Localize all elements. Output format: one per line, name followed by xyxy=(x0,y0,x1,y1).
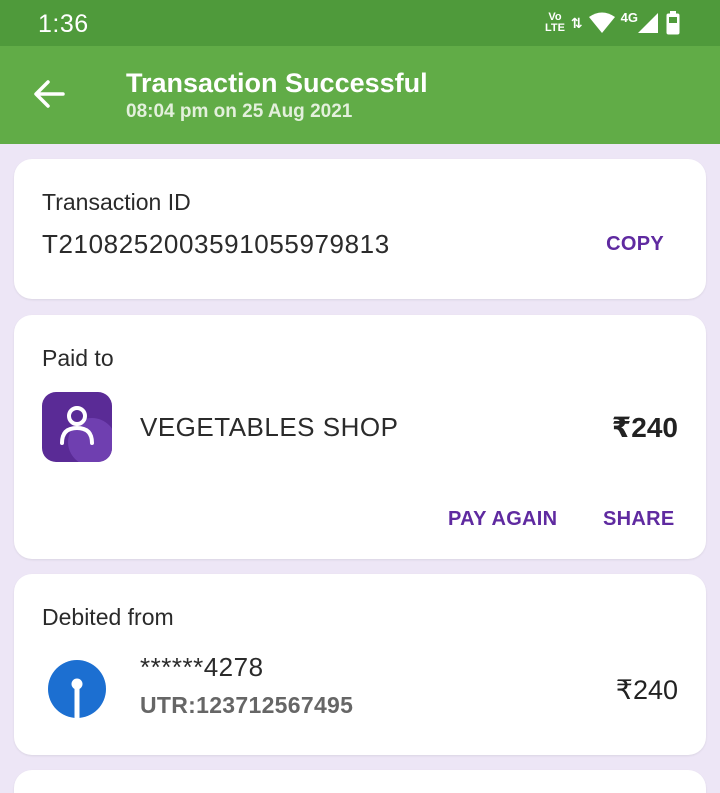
debited-from-label: Debited from xyxy=(42,604,174,630)
volte-line2: LTE xyxy=(544,22,565,34)
pay-again-button[interactable]: PAY AGAIN xyxy=(448,508,557,531)
next-card xyxy=(14,770,706,793)
copy-button[interactable]: COPY xyxy=(606,233,664,256)
debited-from-card: Debited from ******4278 UTR:123712567495… xyxy=(14,574,706,755)
transaction-id-card: Transaction ID T2108252003591055979813 C… xyxy=(14,159,706,299)
debited-amount: ₹240 xyxy=(615,675,678,705)
status-icons: Vo LTE ⇅ 4G xyxy=(545,8,680,38)
app-bar: Transaction Successful 08:04 pm on 25 Au… xyxy=(0,46,720,144)
bank-logo-icon xyxy=(48,660,106,718)
status-time: 1:36 xyxy=(38,10,89,38)
data-arrows-icon: ⇅ xyxy=(570,15,583,31)
share-button[interactable]: SHARE xyxy=(603,508,675,531)
battery-icon xyxy=(666,11,680,35)
status-bar: 1:36 Vo LTE ⇅ 4G xyxy=(0,0,720,46)
page-title: Transaction Successful xyxy=(126,68,428,98)
utr-number: UTR:123712567495 xyxy=(140,692,354,718)
payee-avatar xyxy=(42,392,112,462)
transaction-id-label: Transaction ID xyxy=(42,189,191,215)
wifi-icon xyxy=(588,12,615,33)
paid-to-label: Paid to xyxy=(42,345,114,371)
paid-to-card: Paid to VEGETABLES SHOP ₹240 PAY AGAIN S… xyxy=(14,315,706,559)
payee-amount: ₹240 xyxy=(611,412,678,443)
account-number: ******4278 xyxy=(140,652,264,682)
person-icon xyxy=(60,406,112,462)
network-type: 4G xyxy=(620,9,638,25)
signal-icon xyxy=(638,13,658,33)
transaction-id-value: T2108252003591055979813 xyxy=(42,229,390,259)
volte-icon: Vo LTE xyxy=(545,12,565,34)
back-button[interactable] xyxy=(30,78,68,110)
payee-name: VEGETABLES SHOP xyxy=(140,412,399,442)
arrow-left-icon xyxy=(34,80,65,108)
transaction-datetime: 08:04 pm on 25 Aug 2021 xyxy=(126,101,353,122)
